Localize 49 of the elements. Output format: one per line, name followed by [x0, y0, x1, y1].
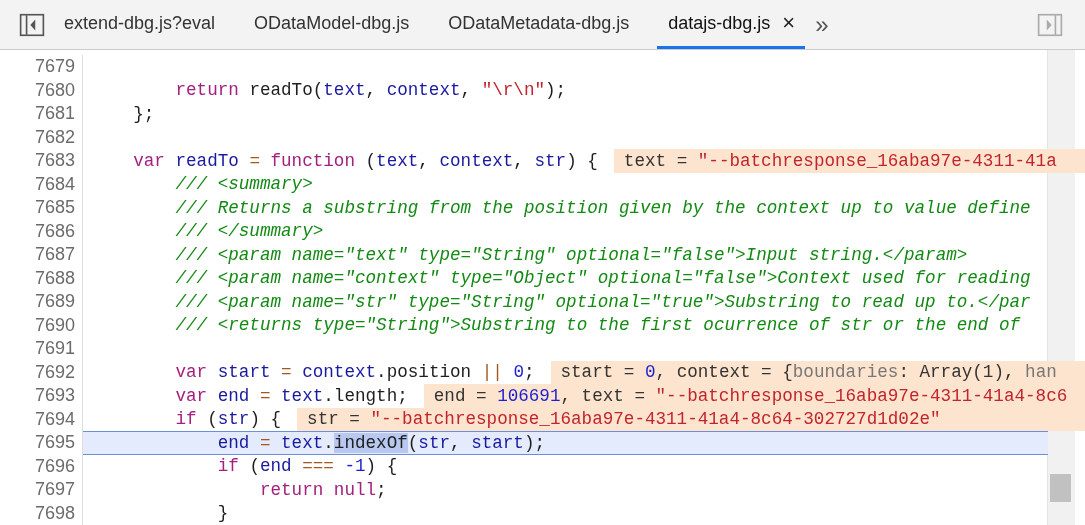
file-tab[interactable]: ODataModel-dbg.js [243, 0, 432, 49]
code-line: /// <summary> [174, 174, 313, 195]
code-line: var start = context.position || 0; [174, 362, 535, 383]
scrollbar-thumb[interactable] [1050, 474, 1071, 502]
code-line: } [216, 503, 229, 524]
code-line: return null; [258, 479, 387, 500]
line-number: 7693 [0, 384, 83, 408]
file-tab[interactable]: extend-dbg.js?eval [53, 0, 238, 49]
line-number: 7692 [0, 360, 83, 384]
code-line: /// <param name="str" type="String" optional="true">Substring to read up to.</par [174, 291, 1031, 312]
line-number: 7687 [0, 243, 83, 267]
code-line: /// <param name="text" type="String" optional="false">Input string.</param> [174, 244, 968, 265]
line-number: 7698 [0, 501, 83, 525]
close-icon[interactable]: × [782, 10, 796, 36]
line-number: 7689 [0, 290, 83, 314]
line-number: 7681 [0, 102, 83, 126]
sidebar-toggle-icon[interactable] [1037, 11, 1063, 38]
code-line: return readTo(text, context, "\r\n"); [174, 80, 567, 101]
line-number: 7697 [0, 478, 83, 502]
inline-value: start = 0, context = {boundaries: Array(1), han [550, 360, 1085, 384]
inline-value: text = "--batchresponse_16aba97e-4311-41a [613, 149, 1085, 173]
code-line: }; [132, 103, 155, 124]
line-number: 7696 [0, 454, 83, 478]
line-number: 7694 [0, 407, 83, 431]
code-line: /// <returns type="String">Substring to the first ocurrence of str or the end of [174, 315, 1021, 336]
line-number: 7690 [0, 313, 83, 337]
line-number: 7684 [0, 172, 83, 196]
inline-value: end = 106691, text = "--batchresponse_16aba97e-4311-41a4-8c6 [423, 384, 1085, 408]
line-number: 7685 [0, 196, 83, 220]
more-tabs-button[interactable]: » [815, 10, 829, 39]
code-line: /// <param name="context" type="Object" optional="false">Context used for reading [174, 268, 1031, 289]
code-line: if (end === -1) { [216, 456, 398, 477]
code-line: if (str) { [174, 409, 282, 430]
line-number: 7682 [0, 125, 83, 149]
file-tab[interactable]: ODataMetadata-dbg.js [437, 0, 652, 49]
code-line: /// </summary> [174, 221, 324, 242]
line-number: 7688 [0, 266, 83, 290]
line-number: 7683 [0, 149, 83, 173]
code-line: var readTo = function (text, context, str) { [132, 150, 598, 171]
code-line: var end = text.length; [174, 385, 408, 406]
file-tab[interactable]: datajs-dbg.js × [657, 0, 806, 49]
line-number: 7686 [0, 219, 83, 243]
line-number: 7680 [0, 78, 83, 102]
sidebar-toggle-icon[interactable] [19, 11, 45, 38]
code-line: /// Returns a substring from the position given by the context up to value define [174, 197, 1031, 218]
line-number: 7679 [0, 55, 83, 79]
inline-value: str = "--batchresponse_16aba97e-4311-41a4-8c64-302727d1d02e" [297, 407, 1085, 431]
code-line: end = text.indexOf(str, start); [216, 432, 546, 453]
line-number: 7691 [0, 337, 83, 361]
